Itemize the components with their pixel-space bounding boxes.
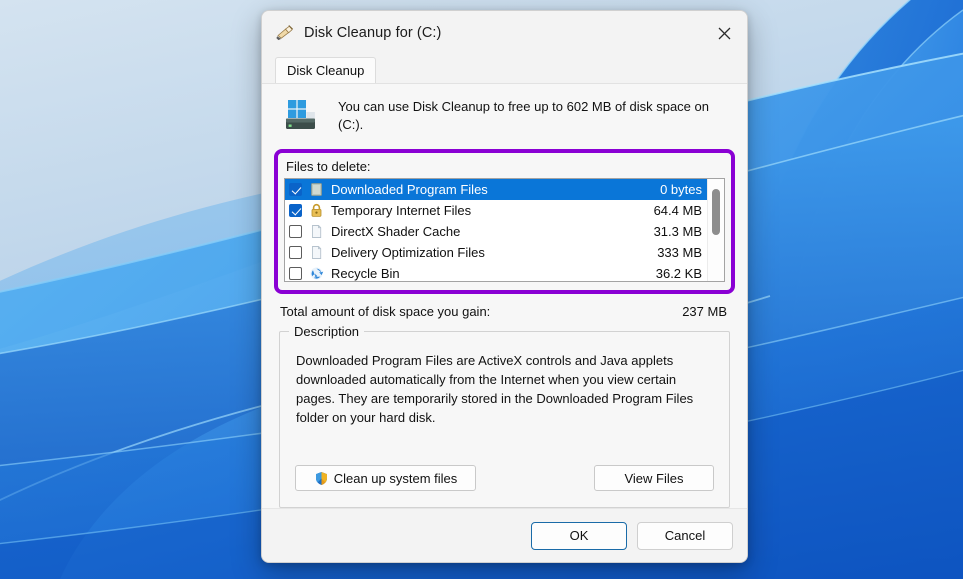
intro-text: You can use Disk Cleanup to free up to 6…: [338, 99, 709, 133]
window-title: Disk Cleanup for (C:): [304, 25, 442, 41]
lock-icon: [309, 203, 324, 218]
row-size: 36.2 KB: [655, 266, 702, 281]
description-text: Downloaded Program Files are ActiveX con…: [296, 353, 694, 425]
list-item[interactable]: DirectX Shader Cache 31.3 MB: [285, 221, 707, 242]
intro-row: You can use Disk Cleanup to free up to 6…: [274, 84, 735, 148]
cancel-button[interactable]: Cancel: [637, 521, 733, 550]
list-item[interactable]: Recycle Bin 36.2 KB: [285, 263, 707, 281]
list-item[interactable]: Delivery Optimization Files 333 MB: [285, 242, 707, 263]
row-name: DirectX Shader Cache: [331, 224, 461, 239]
shield-icon: [314, 471, 329, 486]
downloaded-program-files-icon: [309, 182, 324, 197]
ok-label: OK: [569, 528, 589, 543]
row-size: 31.3 MB: [653, 224, 702, 239]
list-item[interactable]: Downloaded Program Files 0 bytes: [285, 179, 707, 200]
total-space-row: Total amount of disk space you gain: 237…: [274, 294, 735, 319]
total-space-value: 237 MB: [682, 304, 727, 319]
tab-strip: Disk Cleanup: [262, 55, 747, 83]
files-to-delete-highlight: Files to delete: Downloaded Program File…: [274, 149, 735, 294]
description-actions: Clean up system files View Files: [294, 465, 715, 493]
description-groupbox: Description Downloaded Program Files are…: [279, 324, 730, 508]
page-icon: [309, 245, 324, 260]
dialog-client-area: You can use Disk Cleanup to free up to 6…: [262, 83, 747, 508]
clean-up-system-files-button[interactable]: Clean up system files: [295, 465, 476, 491]
clean-up-system-files-label: Clean up system files: [333, 470, 458, 486]
row-checkbox[interactable]: [289, 246, 302, 259]
row-checkbox[interactable]: [289, 267, 302, 280]
row-size: 333 MB: [657, 245, 702, 260]
scrollbar-thumb[interactable]: [712, 189, 720, 235]
list-rows: Downloaded Program Files 0 bytes Tempora…: [285, 179, 707, 281]
row-checkbox[interactable]: [289, 225, 302, 238]
total-space-label: Total amount of disk space you gain:: [280, 304, 491, 319]
list-item[interactable]: Temporary Internet Files 64.4 MB: [285, 200, 707, 221]
row-name: Downloaded Program Files: [331, 182, 488, 197]
tab-label: Disk Cleanup: [287, 63, 365, 78]
row-name: Recycle Bin: [331, 266, 400, 281]
files-to-delete-label: Files to delete:: [286, 159, 371, 174]
row-checkbox[interactable]: [289, 204, 302, 217]
row-size: 0 bytes: [660, 182, 702, 197]
recycle-bin-icon: [309, 266, 324, 281]
view-files-button[interactable]: View Files: [594, 465, 714, 491]
tab-disk-cleanup[interactable]: Disk Cleanup: [275, 57, 377, 83]
row-name: Temporary Internet Files: [331, 203, 472, 218]
desktop-background: Disk Cleanup for (C:) Disk Cleanup You c…: [0, 0, 963, 579]
ok-button[interactable]: OK: [531, 521, 627, 550]
files-to-delete-list[interactable]: Downloaded Program Files 0 bytes Tempora…: [284, 178, 725, 282]
row-size: 64.4 MB: [653, 203, 702, 218]
description-legend: Description: [289, 324, 365, 339]
list-vertical-scrollbar[interactable]: [707, 179, 724, 281]
disk-cleanup-dialog: Disk Cleanup for (C:) Disk Cleanup You c…: [261, 10, 748, 563]
close-icon[interactable]: [701, 11, 747, 55]
disk-cleanup-brush-icon: [274, 22, 296, 44]
title-bar: Disk Cleanup for (C:): [262, 11, 747, 55]
row-checkbox[interactable]: [289, 183, 302, 196]
cancel-label: Cancel: [664, 528, 706, 543]
page-icon: [309, 224, 324, 239]
row-name: Delivery Optimization Files: [331, 245, 485, 260]
windows-drive-icon: [280, 98, 324, 138]
dialog-footer: OK Cancel: [262, 508, 747, 562]
view-files-label: View Files: [624, 470, 684, 486]
